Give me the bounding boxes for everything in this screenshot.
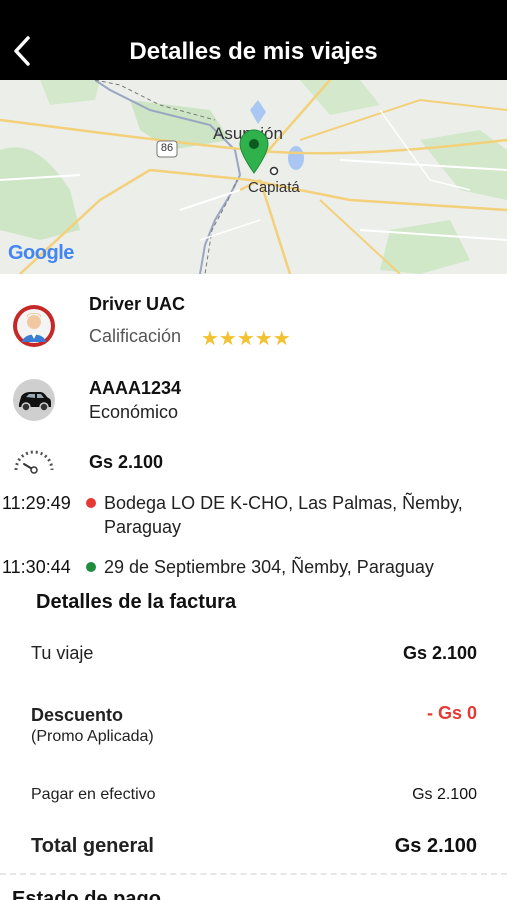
dropoff-address: 29 de Septiembre 304, Ñemby, Paraguay [104, 557, 434, 577]
car-icon [13, 379, 55, 421]
page-title: Detalles de mis viajes [129, 38, 378, 65]
vehicle-plate: AAAA1234 [89, 378, 182, 398]
pickup-time: 11:29:49 [2, 493, 71, 513]
cash-label: Pagar en efectivo [31, 786, 156, 803]
cash-value: Gs 2.100 [412, 786, 477, 803]
trip-value: Gs 2.100 [402, 643, 477, 663]
city-label-capiata: Capiatá [248, 179, 300, 196]
driver-avatar-icon [13, 305, 55, 347]
rating-stars: ★★★★★ [201, 328, 291, 350]
map-canvas [0, 80, 507, 274]
discount-note: (Promo Aplicada) [31, 728, 154, 745]
discount-label: Descuento [31, 705, 124, 725]
payment-status-title: Estado de pago [12, 888, 161, 900]
driver-name: Driver UAC [89, 294, 186, 314]
trip-label: Tu viaje [31, 643, 94, 663]
app-header: Detalles de mis viajes [0, 0, 507, 80]
route-map[interactable]: 86 Asunción Capiatá Google [0, 80, 507, 274]
dropoff-dot [86, 562, 96, 572]
fare-amount: Gs 2.100 [89, 452, 164, 472]
route-shield-label: 86 [160, 142, 174, 154]
dropoff-time: 11:30:44 [2, 557, 71, 577]
map-pin-icon[interactable] [238, 128, 270, 174]
discount-value: - Gs 0 [426, 703, 477, 723]
google-logo: Google [8, 242, 74, 264]
pickup-dot [86, 498, 96, 508]
total-label: Total general [31, 835, 154, 857]
speedometer-icon [14, 450, 54, 474]
pickup-address: Bodega LO DE K-CHO, Las Palmas, Ñemby, P… [104, 493, 463, 537]
section-divider [0, 873, 507, 875]
rating-label: Calificación [89, 326, 182, 346]
total-value: Gs 2.100 [394, 835, 477, 857]
invoice-title: Detalles de la factura [36, 591, 237, 613]
vehicle-category: Económico [89, 402, 179, 422]
